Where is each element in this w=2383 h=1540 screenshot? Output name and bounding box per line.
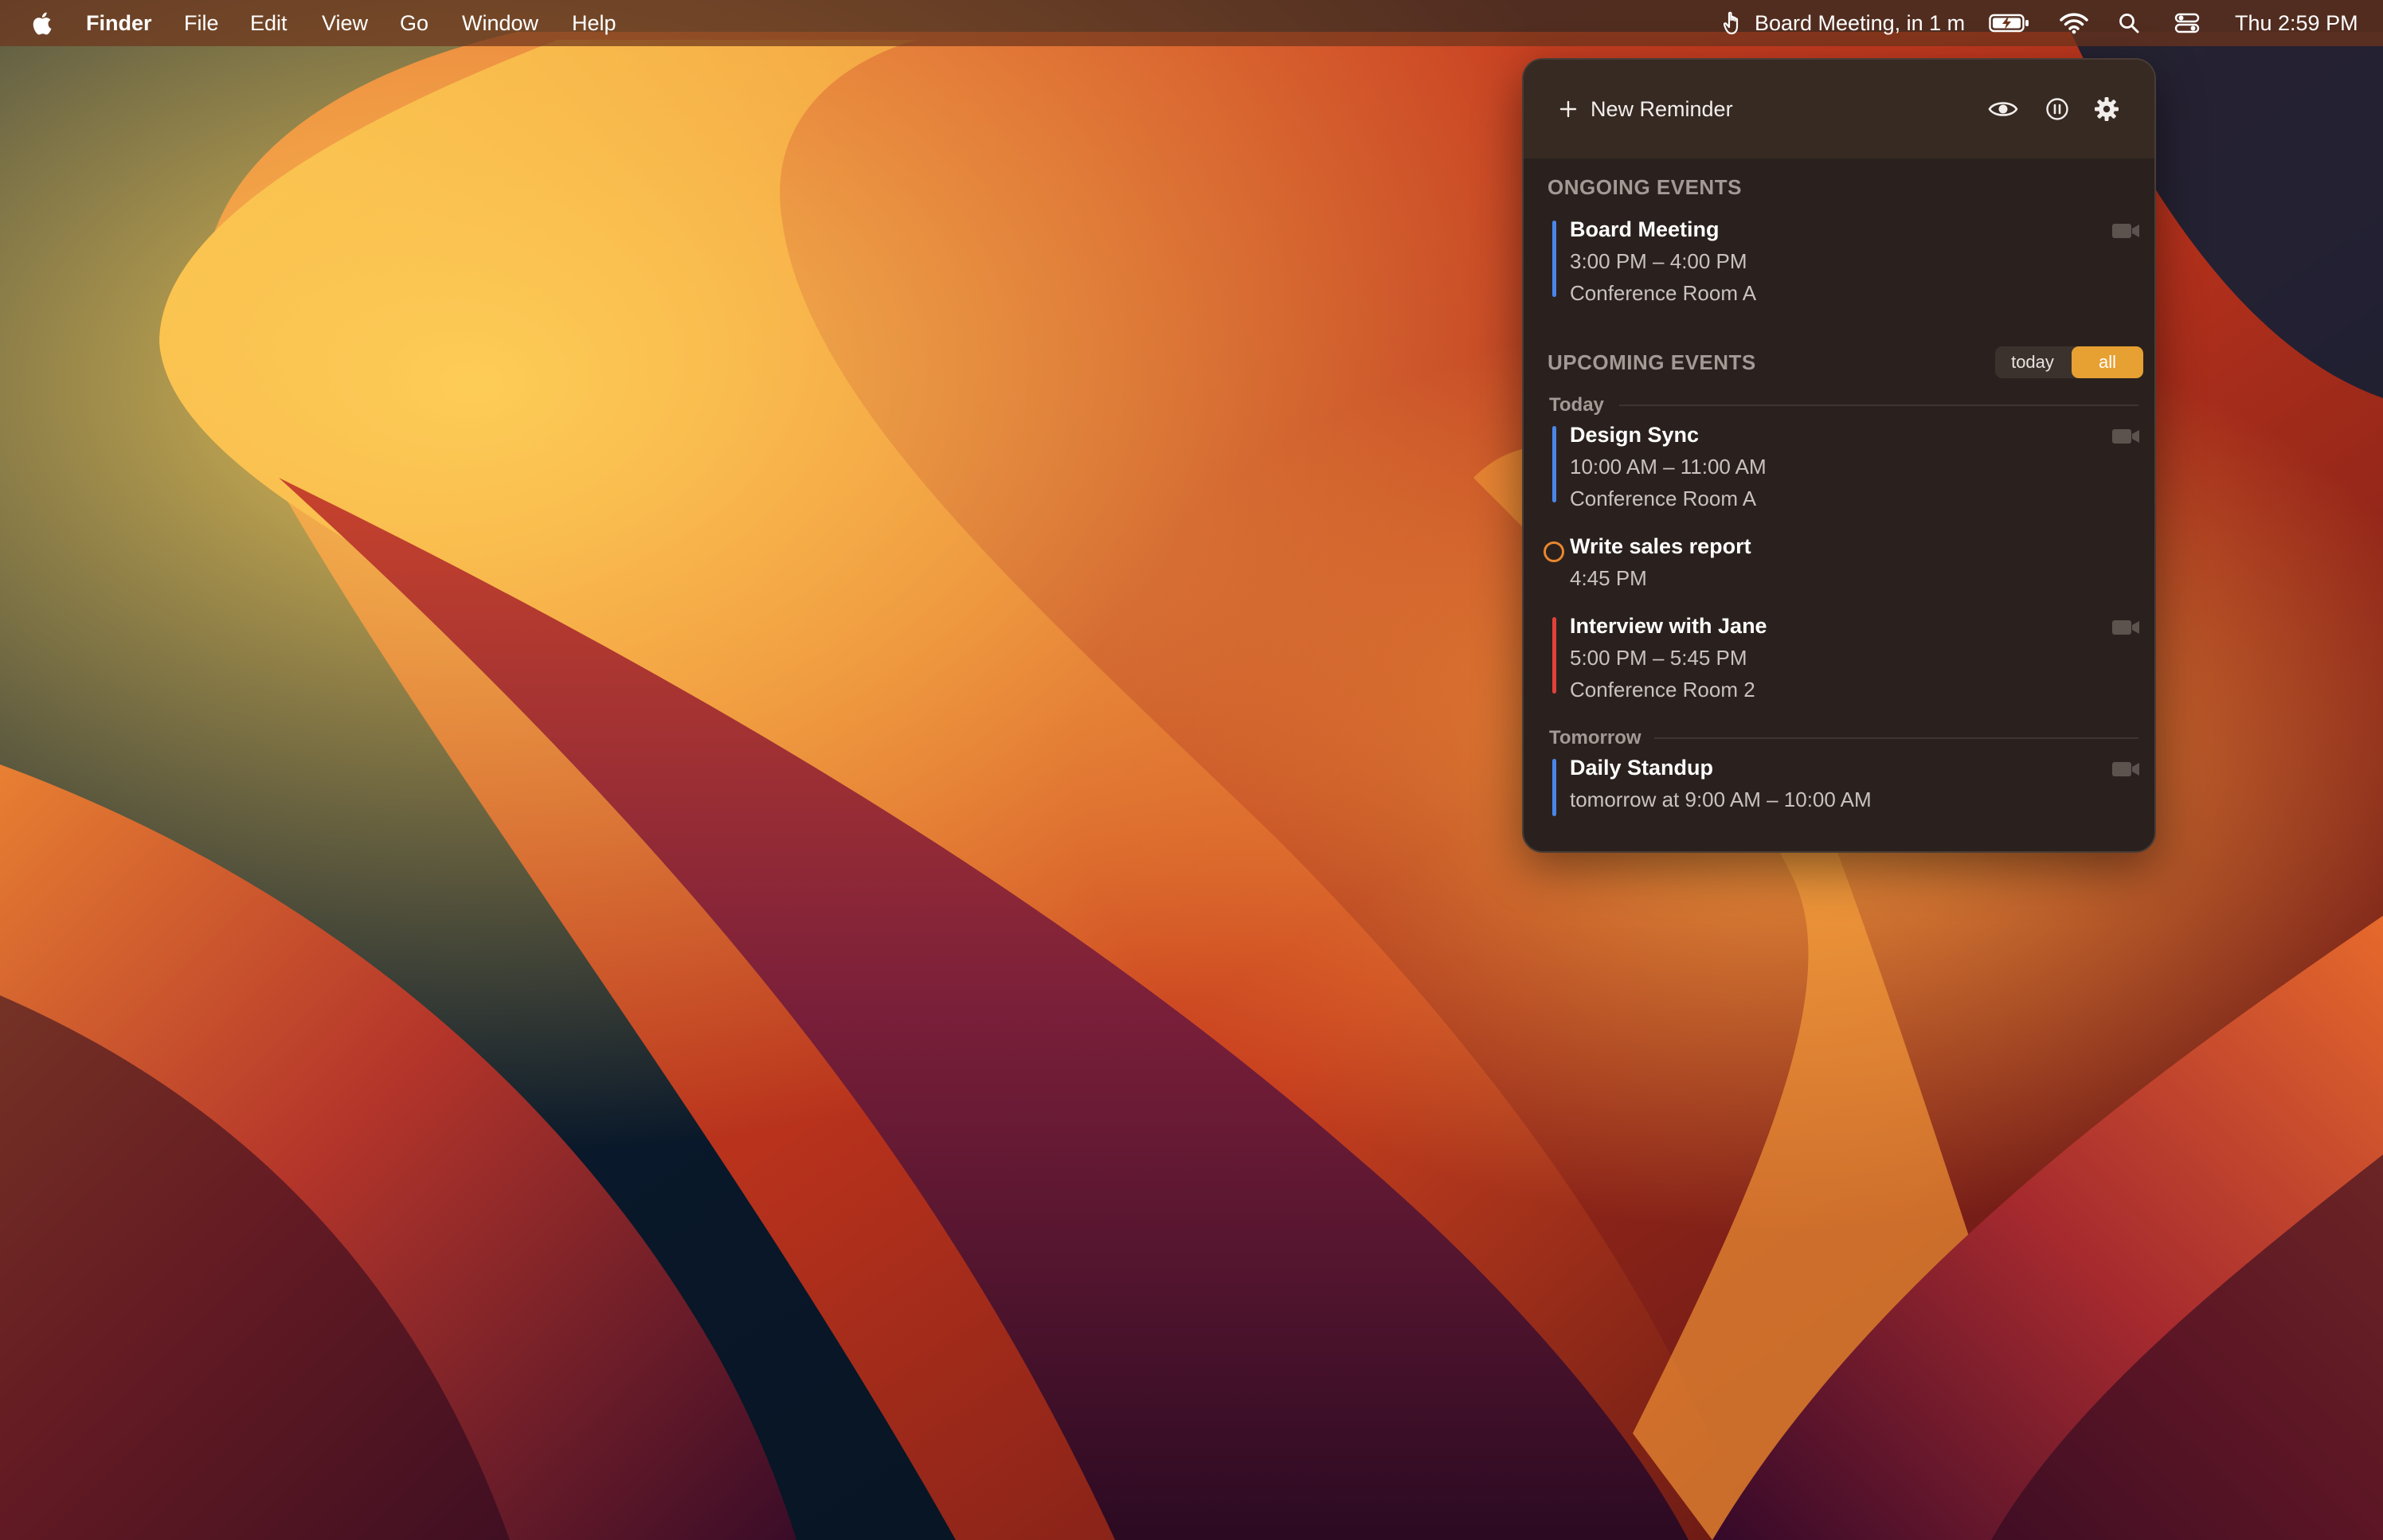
menu-go[interactable]: Go [400,0,428,46]
event-item-board-meeting[interactable]: Board Meeting 3:00 PM – 4:00 PM Conferen… [1524,217,2154,305]
event-title: Interview with Jane [1570,614,1767,638]
menu-help[interactable]: Help [572,0,616,46]
calendar-color-bar [1552,759,1556,816]
filter-today-button[interactable]: today [1995,346,2070,378]
reminder-checkbox-icon[interactable] [1543,541,1565,563]
menu-bar: Finder File Edit View Go Window Help Boa… [0,0,2383,46]
battery-charging-icon[interactable] [1989,0,2030,46]
event-location: Conference Room 2 [1570,678,1755,702]
apple-icon[interactable] [29,0,57,46]
pause-icon[interactable] [2041,93,2073,125]
menu-file[interactable]: File [184,0,219,46]
new-reminder-label: New Reminder [1591,96,1733,121]
upcoming-events-heading: UPCOMING EVENTS [1548,350,1756,374]
hand-icon[interactable] [1722,0,1746,46]
reminder-item-write-sales-report[interactable]: Write sales report 4:45 PM [1524,534,2154,590]
video-camera-icon[interactable] [2111,222,2140,240]
event-location: Conference Room A [1570,487,1757,510]
event-time: 10:00 AM – 11:00 AM [1570,455,1767,479]
search-icon[interactable] [2117,0,2141,46]
eye-icon[interactable] [1987,93,2019,125]
control-center-icon[interactable] [2173,0,2201,46]
event-item-interview-with-jane[interactable]: Interview with Jane 5:00 PM – 5:45 PM Co… [1524,614,2154,702]
video-camera-icon[interactable] [2111,428,2140,445]
day-label-tomorrow: Tomorrow [1549,727,1641,749]
event-time: 3:00 PM – 4:00 PM [1570,249,1747,273]
day-divider [1654,737,2138,739]
video-camera-icon[interactable] [2111,760,2140,778]
menu-view[interactable]: View [322,0,368,46]
event-filter-segmented-control: today all [1995,346,2143,378]
video-camera-icon[interactable] [2111,619,2140,636]
calendar-color-bar [1552,221,1556,297]
day-divider [1619,405,2138,406]
next-meeting-status[interactable]: Board Meeting, in 1 m [1755,0,1965,46]
menu-bar-clock[interactable]: Thu 2:59 PM [2235,0,2358,46]
app-menu-finder[interactable]: Finder [86,0,152,46]
event-title: Daily Standup [1570,756,1714,780]
ongoing-events-heading: ONGOING EVENTS [1548,175,1742,199]
calendar-color-bar [1552,617,1556,694]
popover-header: New Reminder [1524,60,2154,158]
new-reminder-button[interactable]: New Reminder [1559,92,1733,127]
event-location: Conference Room A [1570,281,1757,305]
event-title: Board Meeting [1570,217,1720,241]
wifi-icon[interactable] [2058,0,2090,46]
event-title: Design Sync [1570,423,1700,447]
event-item-daily-standup[interactable]: Daily Standup tomorrow at 9:00 AM – 10:0… [1524,756,2154,816]
menu-edit[interactable]: Edit [250,0,288,46]
day-label-today: Today [1549,394,1604,416]
filter-all-button[interactable]: all [2072,346,2143,378]
event-item-design-sync[interactable]: Design Sync 10:00 AM – 11:00 AM Conferen… [1524,423,2154,510]
event-time: 5:00 PM – 5:45 PM [1570,646,1747,670]
menu-window[interactable]: Window [462,0,538,46]
event-time: tomorrow at 9:00 AM – 10:00 AM [1570,788,1872,811]
gear-icon[interactable] [2091,93,2123,125]
calendar-color-bar [1552,426,1556,502]
reminder-time: 4:45 PM [1570,566,1647,590]
plus-icon [1559,100,1577,118]
calendar-popover: New Reminder ONGOING EVENTS Board Meetin… [1522,58,2156,853]
reminder-title: Write sales report [1570,534,1751,558]
